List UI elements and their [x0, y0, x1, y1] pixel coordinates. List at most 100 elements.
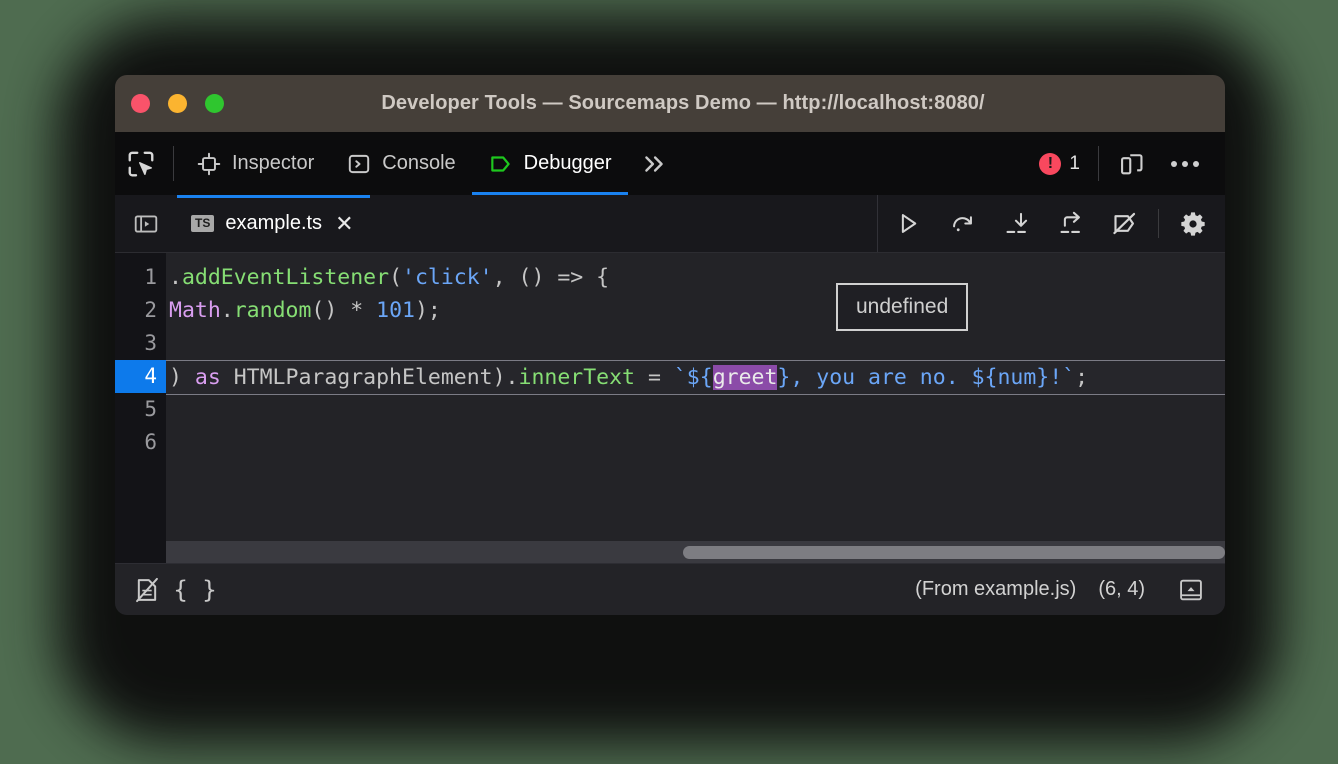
- code-token: 101: [376, 298, 415, 323]
- code-token: innerText: [519, 365, 636, 390]
- step-in-button[interactable]: [990, 195, 1042, 253]
- code-token: }, you are no. ${num}!`: [777, 365, 1075, 390]
- deactivate-breakpoints-button[interactable]: [1098, 195, 1150, 253]
- code-token: greet: [713, 365, 778, 390]
- tab-debugger-label: Debugger: [524, 152, 612, 175]
- editor-status-bar: { } (From example.js) (6, 4): [115, 563, 1225, 615]
- code-token: .: [221, 298, 234, 323]
- line-number[interactable]: 2: [115, 294, 166, 327]
- close-icon[interactable]: ✕: [335, 213, 353, 235]
- code-token: ): [169, 365, 195, 390]
- step-over-icon: [949, 210, 976, 237]
- pick-element-icon: [126, 149, 156, 179]
- toolbar-divider-1: [173, 146, 174, 181]
- toolbar-left-group: Inspector Console Debugger: [115, 132, 680, 195]
- tab-console[interactable]: Console: [330, 132, 471, 195]
- console-icon: [346, 151, 372, 177]
- code-area[interactable]: .addEventListener('click', () => { Math.…: [166, 253, 1225, 563]
- menu-dot-2: [1182, 161, 1188, 167]
- gear-icon: [1179, 210, 1207, 238]
- step-in-icon: [1003, 210, 1030, 237]
- code-line[interactable]: [166, 428, 1225, 461]
- code-token: addEventListener: [182, 265, 389, 290]
- window-titlebar: Developer Tools — Sourcemaps Demo — http…: [115, 75, 1225, 132]
- code-token: , () => {: [493, 265, 610, 290]
- breakpoint-slash-icon: [1111, 210, 1138, 237]
- split-console-icon: [1177, 576, 1205, 604]
- line-number[interactable]: 3: [115, 327, 166, 360]
- code-line[interactable]: .addEventListener('click', () => {: [166, 261, 1225, 294]
- source-tab-filename: example.ts: [225, 212, 322, 235]
- error-icon: !: [1039, 153, 1061, 175]
- code-token: 'click': [402, 265, 493, 290]
- pretty-print-button[interactable]: { }: [171, 568, 219, 612]
- code-line[interactable]: [166, 395, 1225, 428]
- code-token: (: [389, 265, 402, 290]
- window-title: Developer Tools — Sourcemaps Demo — http…: [115, 75, 1225, 132]
- status-bar-right: (From example.js) (6, 4): [915, 568, 1215, 612]
- line-number-gutter: 1 2 3 4 5 6: [115, 253, 166, 563]
- step-out-button[interactable]: [1044, 195, 1096, 253]
- tab-debugger[interactable]: Debugger: [472, 132, 628, 195]
- code-token: HTMLParagraphElement).: [221, 365, 519, 390]
- tab-inspector-label: Inspector: [232, 152, 314, 175]
- menu-dot-3: [1193, 161, 1199, 167]
- code-token: () *: [311, 298, 376, 323]
- code-token: );: [415, 298, 441, 323]
- code-token: .: [169, 265, 182, 290]
- code-token: random: [234, 298, 312, 323]
- responsive-design-mode-button[interactable]: [1107, 150, 1157, 178]
- screen: Developer Tools — Sourcemaps Demo — http…: [0, 0, 1338, 764]
- code-line[interactable]: [166, 327, 1225, 360]
- tab-console-label: Console: [382, 152, 455, 175]
- responsive-design-mode-icon: [1118, 150, 1146, 178]
- code-token: as: [195, 365, 221, 390]
- toggle-sources-pane-button[interactable]: [115, 195, 177, 252]
- code-line-paused[interactable]: ) as HTMLParagraphElement).innerText = `…: [166, 360, 1225, 395]
- maximize-window-button[interactable]: [205, 94, 224, 113]
- line-number-paused[interactable]: 4: [115, 360, 166, 393]
- horizontal-scrollbar-thumb[interactable]: [683, 546, 1225, 559]
- play-icon: [895, 210, 922, 237]
- code-token: =: [635, 365, 674, 390]
- menu-dot-1: [1171, 161, 1177, 167]
- code-token: Math: [169, 298, 221, 323]
- code-line[interactable]: Math.random() * 101);: [166, 294, 1225, 327]
- tab-inspector[interactable]: Inspector: [180, 132, 330, 195]
- line-number[interactable]: 6: [115, 426, 166, 459]
- debugger-controls: [877, 195, 1225, 252]
- code-token: ;: [1075, 365, 1088, 390]
- step-over-button[interactable]: [936, 195, 988, 253]
- code-token: `${: [674, 365, 713, 390]
- debugger-settings-button[interactable]: [1167, 195, 1219, 253]
- line-number[interactable]: 1: [115, 261, 166, 294]
- toggle-sources-pane-icon: [132, 211, 160, 237]
- minimize-window-button[interactable]: [168, 94, 187, 113]
- variable-preview-tooltip: undefined: [836, 283, 968, 331]
- chevron-double-right-icon: [639, 151, 669, 177]
- debugger-icon: [488, 151, 514, 177]
- traffic-lights: [131, 94, 224, 113]
- split-console-button[interactable]: [1167, 568, 1215, 612]
- toolbar-right-group: ! 1: [1029, 132, 1225, 195]
- source-editor[interactable]: 1 2 3 4 5 6 .addEventListener('click', (…: [115, 253, 1225, 563]
- devtools-toolbar: Inspector Console Debugger: [115, 132, 1225, 195]
- cursor-position-label: (6, 4): [1098, 578, 1145, 601]
- inspector-icon: [196, 151, 222, 177]
- blackbox-source-icon: [133, 576, 161, 604]
- devtools-menu-button[interactable]: [1159, 161, 1211, 167]
- pick-element-button[interactable]: [115, 132, 167, 195]
- source-tab-example-ts[interactable]: TS example.ts ✕: [177, 195, 370, 252]
- resume-button[interactable]: [882, 195, 934, 253]
- debugger-divider: [1158, 209, 1159, 238]
- line-number[interactable]: 5: [115, 393, 166, 426]
- more-tabs-button[interactable]: [628, 132, 680, 195]
- blackbox-source-button[interactable]: [123, 568, 171, 612]
- error-count-badge[interactable]: ! 1: [1029, 153, 1090, 175]
- close-window-button[interactable]: [131, 94, 150, 113]
- toolbar-divider-2: [1098, 146, 1099, 181]
- error-count-label: 1: [1069, 153, 1080, 175]
- devtools-window: Developer Tools — Sourcemaps Demo — http…: [115, 75, 1225, 615]
- source-tabs-bar: TS example.ts ✕: [115, 195, 1225, 253]
- horizontal-scrollbar[interactable]: [166, 541, 1225, 563]
